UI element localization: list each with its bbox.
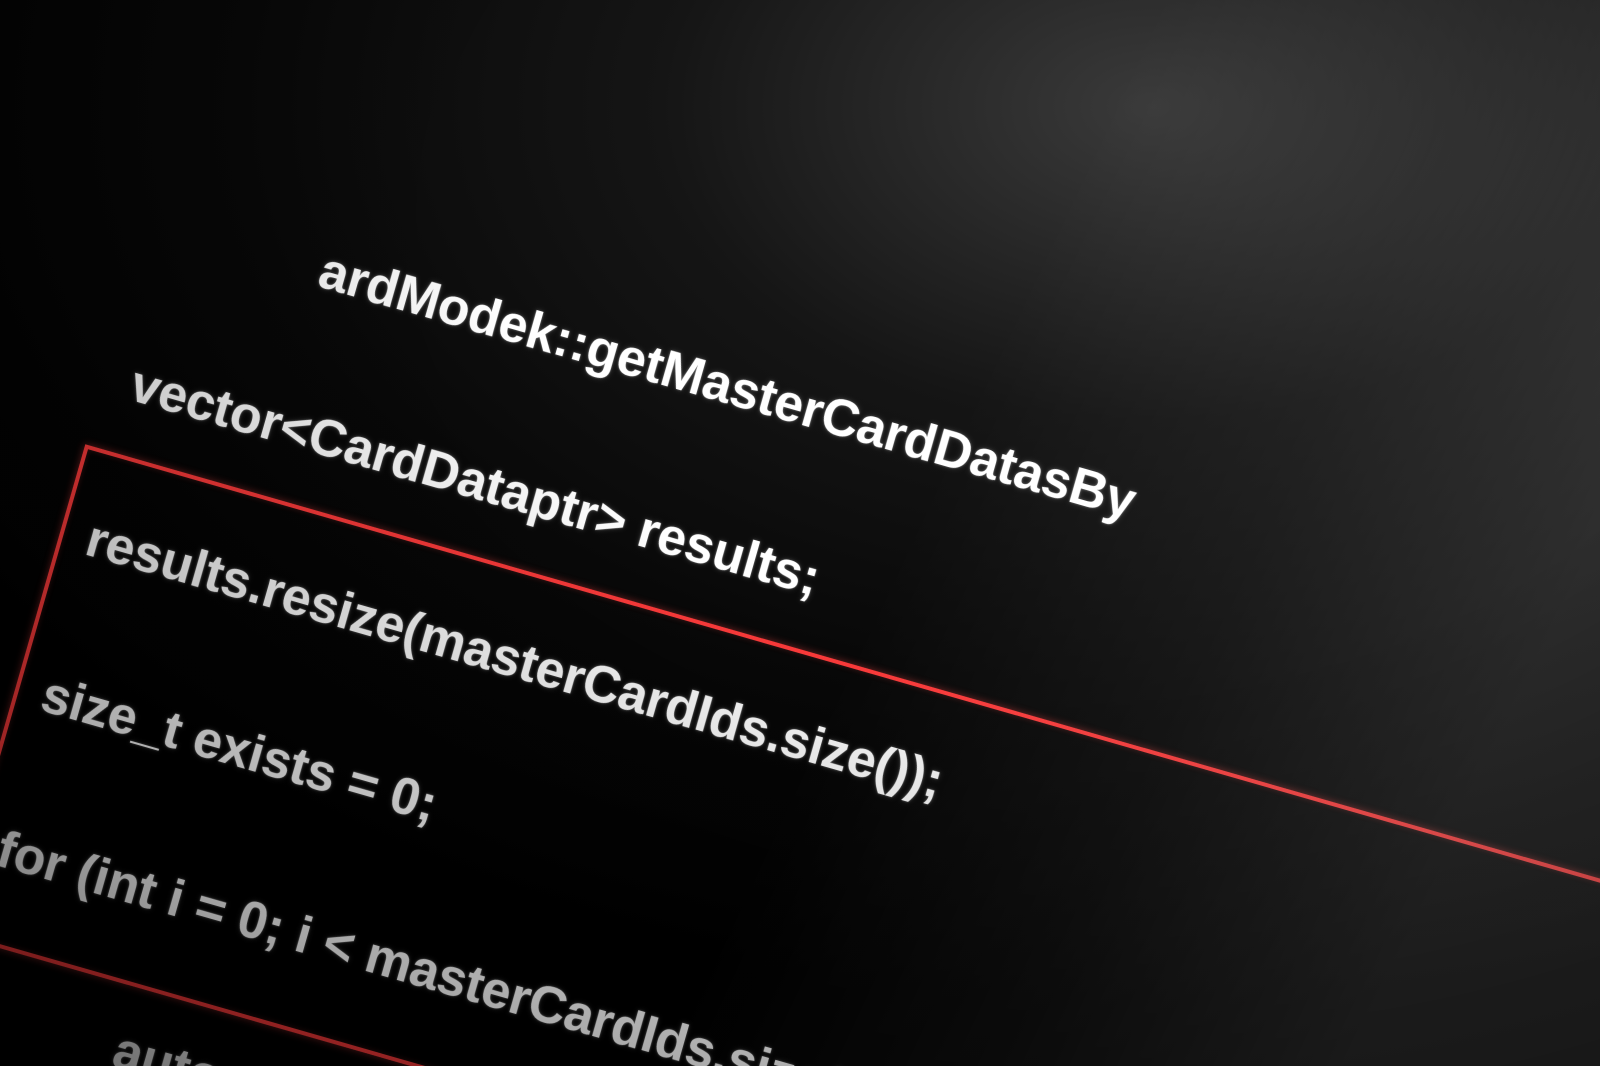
rotated-code-plane: ardModek::getMasterCardDatasBy vector<Ca…	[0, 10, 1553, 1066]
source-code-block: ardModek::getMasterCardDatasBy vector<Ca…	[0, 60, 1539, 1066]
code-photo-viewport: ardModek::getMasterCardDatasBy vector<Ca…	[0, 0, 1600, 1066]
